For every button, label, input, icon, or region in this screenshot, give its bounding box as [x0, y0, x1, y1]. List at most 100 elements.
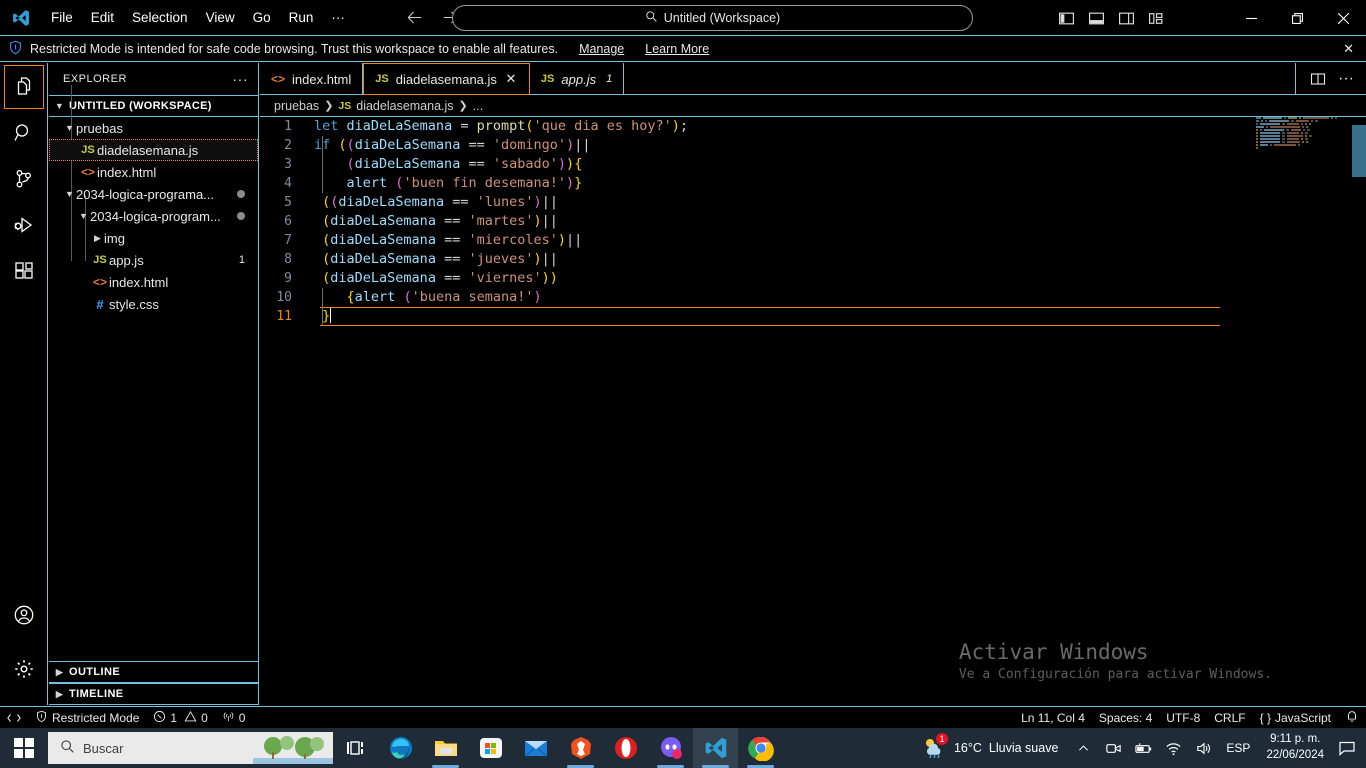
minimize-button[interactable]	[1228, 0, 1274, 36]
activity-bar-item-explorer[interactable]	[3, 65, 44, 109]
taskbar-icon-visual-studio-code[interactable]	[693, 728, 738, 768]
outline-label: OUTLINE	[69, 666, 121, 678]
status-editor-encoding[interactable]: UTF-8	[1159, 707, 1207, 729]
ellipsis-icon[interactable]: ···	[1336, 69, 1356, 89]
error-icon	[153, 710, 166, 726]
code-line[interactable]: 1 let diaDeLaSemana = prompt('que dia es …	[260, 117, 1366, 136]
code-line[interactable]: 9 (diaDeLaSemana == 'viernes'))	[260, 269, 1366, 288]
taskbar-icon-mail[interactable]	[513, 728, 558, 768]
code-text: (diaDeLaSemana == 'martes')||	[322, 213, 558, 229]
taskbar-icon-discord[interactable]	[648, 728, 693, 768]
weather-rain-icon: 1	[921, 732, 948, 762]
status-editor-position[interactable]: Ln 11, Col 4	[1014, 707, 1092, 729]
chevron-right-icon: ▶	[94, 232, 101, 243]
code-line[interactable]: 10 {alert ('buena semana!')	[260, 288, 1366, 307]
layout-panel-icon[interactable]	[1086, 8, 1106, 28]
activity-bar-item-accounts[interactable]	[4, 593, 44, 637]
taskbar-icon-file-explorer[interactable]	[423, 728, 468, 768]
tray-language-indicator[interactable]: ESP	[1218, 741, 1258, 755]
close-button[interactable]	[1320, 0, 1366, 36]
layout-customize-icon[interactable]	[1146, 8, 1166, 28]
taskbar-icon-google-chrome[interactable]	[738, 728, 783, 768]
action-center-icon[interactable]	[1332, 728, 1362, 768]
task-view-icon[interactable]	[333, 728, 378, 768]
activity-bar-item-settings[interactable]	[4, 647, 44, 691]
status-restricted-mode[interactable]: Restricted Mode	[28, 707, 146, 729]
battery-icon[interactable]	[1128, 728, 1158, 768]
taskbar-clock[interactable]: 9:11 p. m. 22/06/2024	[1258, 732, 1332, 763]
tree-item-app-js[interactable]: JS app.js 1	[49, 249, 258, 271]
menu-go[interactable]: Go	[244, 6, 280, 29]
banner-close-icon[interactable]: ✕	[1343, 41, 1354, 57]
code-line[interactable]: 5 ((diaDeLaSemana == 'lunes')||	[260, 193, 1366, 212]
wifi-icon[interactable]	[1158, 728, 1188, 768]
tree-item-img[interactable]: ▶ img	[49, 227, 258, 249]
tree-item-index-html-1[interactable]: <> index.html	[49, 161, 258, 183]
code-line[interactable]: 11 }	[260, 307, 1366, 326]
arrow-left-icon[interactable]	[402, 7, 430, 29]
menu-view[interactable]: View	[197, 6, 244, 29]
status-problems[interactable]: 1 0	[146, 707, 214, 729]
editor-scrollbar[interactable]	[1352, 117, 1366, 704]
taskbar-icon-opera-browser[interactable]	[603, 728, 648, 768]
tab-index-html[interactable]: <> index.html	[260, 63, 364, 95]
windows-start-icon[interactable]	[0, 728, 48, 768]
menu-edit[interactable]: Edit	[82, 6, 123, 29]
banner-learn-more-link[interactable]: Learn More	[645, 42, 709, 56]
sidebar-more-actions-icon[interactable]: ···	[233, 71, 249, 87]
tree-item-2034-logica-outer[interactable]: ▼ 2034-logica-programa...	[49, 183, 258, 205]
status-editor-language[interactable]: { } JavaScript	[1253, 707, 1338, 729]
breadcrumb-item-file[interactable]: diadelasemana.js	[356, 99, 453, 113]
layout-sidebar-right-icon[interactable]	[1116, 8, 1136, 28]
code-editor[interactable]: 1 let diaDeLaSemana = prompt('que dia es …	[260, 117, 1366, 704]
volume-icon[interactable]	[1188, 728, 1218, 768]
tab-diadelasemana-js[interactable]: JS diadelasemana.js ✕	[363, 63, 530, 95]
status-notifications[interactable]	[1338, 707, 1366, 729]
menu-more[interactable]: ···	[322, 6, 354, 29]
code-line[interactable]: 6 (diaDeLaSemana == 'martes')||	[260, 212, 1366, 231]
breadcrumb-item-symbol[interactable]: ...	[473, 99, 483, 113]
menu-selection[interactable]: Selection	[123, 6, 197, 29]
split-editor-icon[interactable]	[1308, 69, 1328, 89]
taskbar-icon-microsoft-edge[interactable]	[378, 728, 423, 768]
warning-icon	[184, 710, 197, 726]
tab-app-js[interactable]: JS app.js 1	[530, 63, 625, 95]
status-ports[interactable]: 0	[215, 707, 253, 729]
command-center[interactable]: Untitled (Workspace)	[452, 5, 973, 31]
taskbar-icon-brave-browser[interactable]	[558, 728, 603, 768]
tab-close-icon[interactable]: ✕	[504, 71, 518, 87]
tray-chevron-up-icon[interactable]	[1068, 728, 1098, 768]
code-line[interactable]: 4 alert ('buen fin desemana!')}	[260, 174, 1366, 193]
tree-item-pruebas[interactable]: ▼ pruebas	[49, 117, 258, 139]
code-line[interactable]: 3 (diaDeLaSemana == 'sabado')){	[260, 155, 1366, 174]
code-line[interactable]: 2 if ((diaDeLaSemana == 'domingo')||	[260, 136, 1366, 155]
menu-file[interactable]: File	[42, 6, 82, 29]
activity-bar-item-search[interactable]	[4, 111, 44, 155]
tree-item-index-html-2[interactable]: <> index.html	[49, 271, 258, 293]
tree-item-style-css[interactable]: # style.css	[49, 293, 258, 315]
status-editor-eol[interactable]: CRLF	[1207, 707, 1252, 729]
activity-bar-item-source-control[interactable]	[4, 157, 44, 201]
code-line[interactable]: 7 (diaDeLaSemana == 'miercoles')||	[260, 231, 1366, 250]
status-editor-indentation[interactable]: Spaces: 4	[1092, 707, 1159, 729]
meet-now-icon[interactable]	[1098, 728, 1128, 768]
bell-icon	[1345, 709, 1359, 726]
layout-sidebar-left-icon[interactable]	[1056, 8, 1076, 28]
taskbar-icon-microsoft-store[interactable]	[468, 728, 513, 768]
activity-bar-item-extensions[interactable]	[4, 249, 44, 293]
banner-manage-link[interactable]: Manage	[579, 42, 624, 56]
status-remote-indicator[interactable]	[0, 707, 28, 729]
workspace-section-header[interactable]: ▼ UNTITLED (WORKSPACE)	[49, 95, 258, 117]
weather-widget[interactable]: 1 16°C Lluvia suave	[911, 732, 1068, 762]
code-line[interactable]: 8 (diaDeLaSemana == 'jueves')||	[260, 250, 1366, 269]
taskbar-search-input[interactable]: Buscar	[48, 732, 333, 764]
tree-item-2034-logica-inner[interactable]: ▼ 2034-logica-program...	[49, 205, 258, 227]
maximize-button[interactable]	[1274, 0, 1320, 36]
tree-item-diadelasemana-js[interactable]: JS diadelasemana.js	[49, 139, 258, 161]
chevron-right-icon: ❯	[324, 100, 334, 112]
menu-bar: File Edit Selection View Go Run ···	[42, 6, 354, 29]
menu-run[interactable]: Run	[280, 6, 323, 29]
activity-bar-item-run-and-debug[interactable]	[4, 203, 44, 247]
scrollbar-slider[interactable]	[1352, 125, 1366, 177]
breadcrumb-item-pruebas[interactable]: pruebas	[274, 99, 319, 113]
